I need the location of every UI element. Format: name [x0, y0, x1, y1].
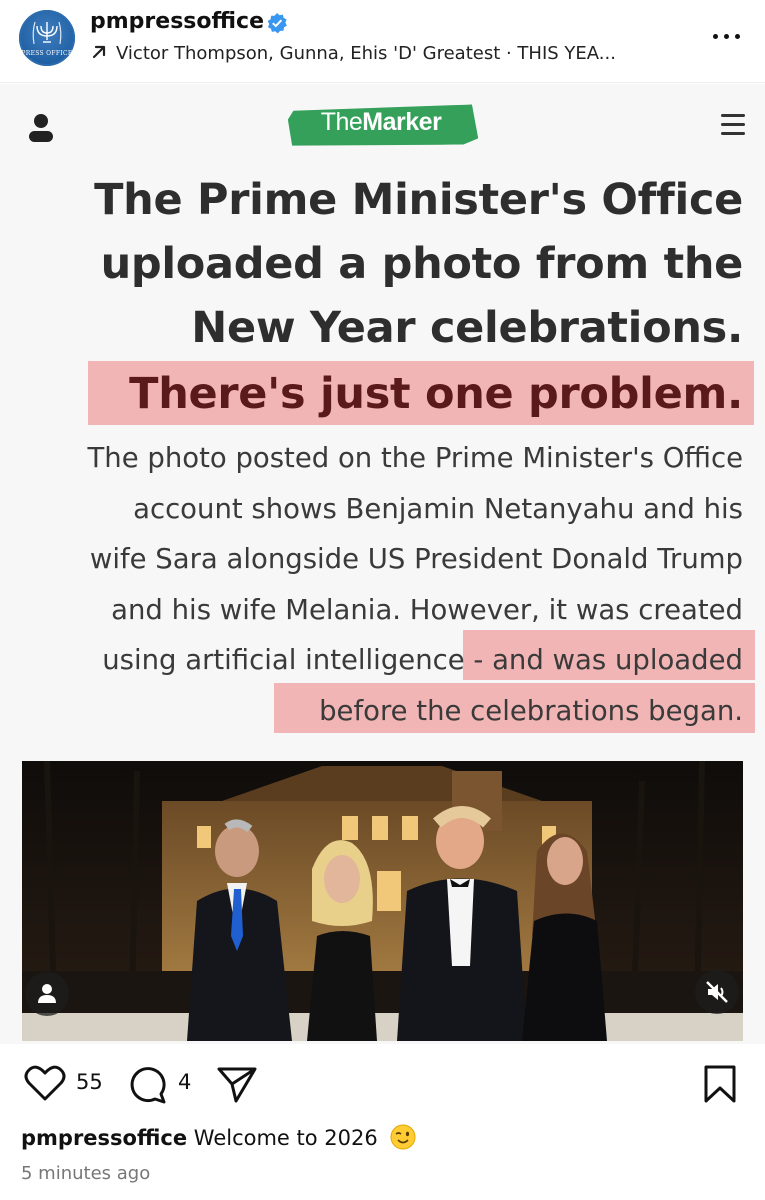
body-line: wife Sara alongside US President Donald … — [89, 543, 743, 575]
comment-icon[interactable] — [128, 1064, 168, 1104]
headline-line: The Prime Minister's Office — [94, 175, 743, 225]
mute-button[interactable] — [695, 970, 739, 1014]
headline-line: New Year celebrations. — [191, 303, 743, 353]
caption-username[interactable]: pmpressoffice — [21, 1126, 187, 1150]
audio-track-link[interactable]: Victor Thompson, Gunna, Ehis 'D' Greates… — [90, 43, 616, 64]
menu-icon — [721, 114, 745, 136]
heart-icon[interactable] — [24, 1064, 66, 1102]
post-header: PRESS OFFICE pmpressoffice Victor Thomps… — [0, 0, 765, 83]
verified-badge-icon — [267, 13, 287, 34]
like-count[interactable]: 55 — [76, 1070, 103, 1094]
brand-logo: TheMarker — [320, 108, 442, 136]
avatar[interactable]: PRESS OFFICE — [19, 10, 75, 66]
share-icon[interactable] — [216, 1064, 258, 1104]
post-username[interactable]: pmpressoffice — [90, 9, 264, 34]
audio-track-text: Victor Thompson, Gunna, Ehis 'D' Greates… — [116, 43, 616, 64]
headline-line: uploaded a photo from the — [100, 239, 744, 289]
headline-highlight: There's just one problem. — [129, 369, 743, 419]
celebration-photo — [22, 761, 743, 1041]
arrow-up-right-icon — [92, 45, 106, 59]
article-body: The photo posted on the Prime Minister's… — [13, 433, 744, 736]
more-options-icon[interactable] — [709, 24, 745, 48]
wink-emoji-icon — [390, 1124, 416, 1150]
caption: pmpressoffice Welcome to 2026 — [21, 1124, 416, 1150]
mute-icon — [706, 981, 728, 1003]
comment-count[interactable]: 4 — [178, 1070, 191, 1094]
body-line: and his wife Melania. However, it was cr… — [111, 593, 743, 626]
tag-people-button[interactable] — [25, 972, 69, 1016]
body-line: before the celebrations began. — [319, 694, 743, 727]
caption-text: Welcome to 2026 — [193, 1126, 378, 1150]
menorah-emblem-icon — [32, 21, 62, 45]
post-timestamp: 5 minutes ago — [21, 1163, 151, 1184]
body-line: using artificial intelligence - and was … — [102, 644, 743, 676]
body-line: account shows Benjamin Netanyahu and his — [133, 492, 743, 525]
tag-people-icon — [38, 984, 56, 1003]
avatar-label: PRESS OFFICE — [21, 50, 73, 57]
user-icon — [29, 114, 53, 142]
headline: The Prime Minister's Office uploaded a p… — [23, 168, 743, 360]
bookmark-icon[interactable] — [702, 1064, 738, 1104]
body-line: The photo posted on the Prime Minister's… — [87, 442, 744, 474]
post-actions: 55 4 — [0, 1058, 765, 1108]
